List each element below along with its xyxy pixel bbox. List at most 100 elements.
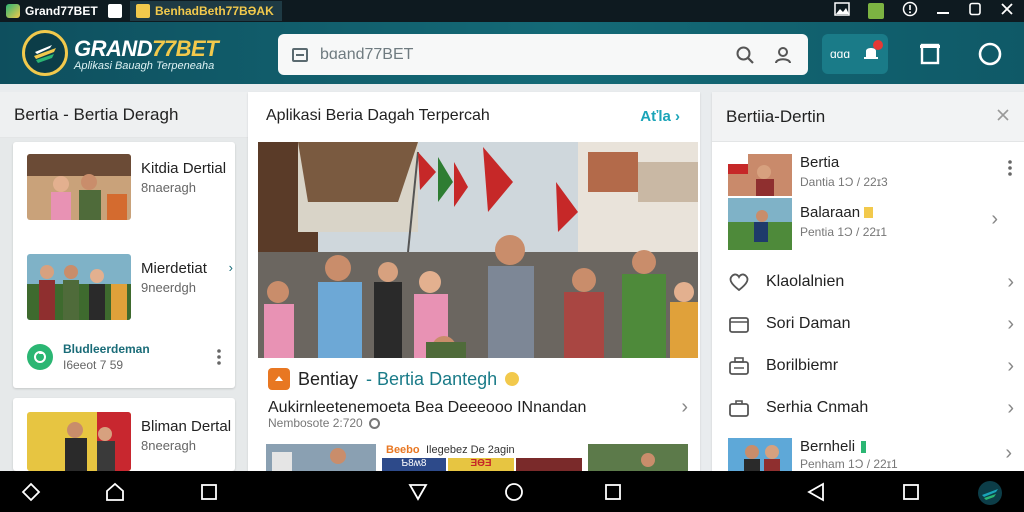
featured-item[interactable]: Balaraan Pentia 1Ɔ / 22ɪ1 › — [728, 198, 998, 250]
app-logo-icon[interactable] — [976, 479, 1004, 507]
post-author: Bentiay — [298, 368, 359, 389]
menu-item-label: Klaolalnien — [766, 273, 845, 290]
post-meta-row: Nembosote 2:720 — [268, 416, 380, 430]
list-item[interactable]: Mierdetiat › 9neerdgh — [27, 254, 233, 320]
square-icon[interactable] — [198, 481, 220, 503]
edit-icon[interactable] — [108, 1, 122, 21]
right-panel-header: Bertiia-Dertin — [712, 92, 1024, 142]
chevron-right-icon[interactable]: › — [1007, 271, 1014, 294]
featured-item[interactable]: Bertia Dantia 1Ɔ / 22ɪ3 — [728, 154, 1012, 198]
info-icon[interactable] — [902, 1, 918, 21]
list-item[interactable]: Kitdia Dertial 8naeragh — [27, 154, 233, 220]
more-vertical-icon[interactable] — [217, 349, 223, 365]
featured-thumbnail — [728, 438, 792, 471]
menu-item[interactable]: Klaolalnien › — [726, 262, 1014, 302]
back-icon[interactable] — [805, 481, 827, 503]
list-item[interactable]: Bludleerdeman I6eeot 7 59 — [27, 342, 223, 372]
user-icon[interactable] — [772, 44, 794, 66]
window-controls — [834, 1, 1014, 21]
square-icon[interactable] — [602, 481, 624, 503]
chevron-right-icon[interactable]: › — [229, 260, 233, 277]
tab-benhad[interactable]: BenhadBeth77BƏAK — [130, 1, 282, 21]
recycle-icon — [27, 344, 53, 370]
brand-name-accent: 77BET — [152, 36, 219, 61]
menu-item-label: Serhia Cnmah — [766, 399, 869, 416]
chevron-right-icon[interactable]: › — [1005, 438, 1012, 471]
notification-icon[interactable] — [862, 39, 884, 66]
news-subtitle: 8neeragh — [141, 438, 196, 453]
actions-group[interactable]: ɑɑɑ — [822, 34, 888, 74]
app-header: GRAND77BET Aplikasi Bauagh Terpeneaha ɑɑ… — [0, 22, 1024, 84]
news-title: Kitdia Dertial — [141, 160, 227, 177]
brand-name: GRAND77BET — [74, 36, 219, 62]
triangle-down-icon[interactable] — [407, 481, 429, 503]
circle-icon[interactable] — [503, 481, 525, 503]
left-panel: Bertia - Bertia Deragh Kitdia Dertial 8n… — [0, 92, 248, 471]
brand-tagline: Aplikasi Bauagh Terpeneaha — [74, 60, 215, 72]
profile-circle-icon[interactable] — [970, 34, 1010, 74]
maximize-icon[interactable] — [968, 2, 982, 20]
heart-icon — [726, 269, 752, 295]
bar-icon — [861, 440, 867, 453]
featured-subtitle: Pentia 1Ɔ / 22ɪ1 — [800, 225, 887, 239]
brand-logo-icon[interactable] — [22, 30, 68, 76]
verified-icon — [505, 372, 520, 386]
chevron-right-icon[interactable]: › — [1007, 355, 1014, 378]
news-subtitle: I6eeot 7 59 — [63, 358, 124, 372]
right-panel: Bertiia-Dertin Bertia Dantia 1Ɔ / 22ɪ3 B… — [712, 92, 1024, 471]
post-image[interactable] — [258, 142, 698, 358]
post-author-row[interactable]: Bentiay - Bertia Dantegh — [268, 368, 520, 390]
menu-label[interactable]: ɑɑɑ — [830, 47, 850, 61]
close-icon[interactable] — [996, 107, 1010, 127]
see-all-label: Aťla — [640, 107, 671, 125]
post-thumbnails[interactable]: Beebo Ilegebez De 2agin Ƅ8ʍ8 ƎƟƎ — [266, 444, 688, 471]
featured-title: Balaraan — [800, 204, 861, 221]
status-bar: Grand77BET BenhadBeth77BƏAK — [0, 0, 1024, 22]
menu-item[interactable]: Sori Daman › — [726, 304, 1014, 344]
square-icon[interactable] — [900, 481, 922, 503]
chevron-right-icon[interactable]: › — [1007, 313, 1014, 336]
search-icon[interactable] — [734, 44, 756, 66]
chevron-right-icon[interactable]: › — [991, 198, 998, 231]
featured-item[interactable]: Bernheli Penham 1Ɔ / 22ɪ1 › — [728, 438, 1012, 471]
tag-icon — [864, 207, 874, 218]
center-panel-title: Aplikasi Beria Dagah Terpercah — [266, 107, 490, 124]
list-item[interactable]: Bliman Dertal 8neeragh — [27, 412, 233, 471]
news-title: Mierdetiat — [141, 260, 207, 277]
news-card[interactable]: Bliman Dertal 8neeragh — [13, 398, 235, 471]
post-meta: Nembosote 2:720 — [268, 416, 363, 430]
chevron-right-icon[interactable]: › — [1007, 397, 1014, 420]
menu-item[interactable]: Serhia Cnmah › — [726, 388, 1014, 428]
menu-item[interactable]: Borilbiemr › — [726, 346, 1014, 386]
search-input[interactable] — [320, 45, 718, 64]
news-title: Bliman Dertal — [141, 418, 232, 435]
post-title: - Bertia Dantegh — [366, 368, 498, 389]
minimize-icon[interactable] — [936, 2, 950, 20]
more-vertical-icon[interactable] — [1008, 154, 1012, 198]
play-icon — [268, 368, 290, 390]
tab-grand77bet[interactable]: Grand77BET — [6, 1, 98, 21]
banner-photo — [516, 458, 582, 471]
news-title: Bludleerdeman — [63, 342, 150, 356]
image-icon[interactable] — [834, 2, 850, 20]
diamond-icon[interactable] — [20, 481, 42, 503]
bookmark-icon[interactable] — [910, 34, 950, 74]
featured-subtitle: Dantia 1Ɔ / 22ɪ3 — [800, 175, 888, 189]
post-text: Aukirnleetenemoeta Bea Deeeooo INnandan — [268, 398, 587, 416]
notification-badge — [873, 39, 884, 50]
left-panel-title-text: Bertia - Bertia Deragh — [14, 104, 179, 124]
banner-text: Ilegebez De 2agin — [426, 444, 515, 456]
banner-tag: Beebo — [386, 444, 420, 456]
news-card[interactable]: Kitdia Dertial 8naeragh Mierdetiat › 9ne… — [13, 142, 235, 388]
close-icon[interactable] — [1000, 2, 1014, 20]
search-bar[interactable] — [278, 34, 808, 75]
tab-icon[interactable] — [868, 3, 884, 19]
document-icon — [292, 47, 308, 62]
brand-name-main: GRAND — [74, 36, 153, 61]
app-logo-icon — [6, 4, 20, 18]
see-all-link[interactable]: Aťla › — [640, 108, 680, 125]
chevron-right-icon[interactable]: › — [681, 396, 688, 419]
featured-thumbnail — [728, 198, 792, 250]
right-panel-title: Bertiia-Dertin — [726, 106, 826, 126]
home-icon[interactable] — [104, 481, 126, 503]
